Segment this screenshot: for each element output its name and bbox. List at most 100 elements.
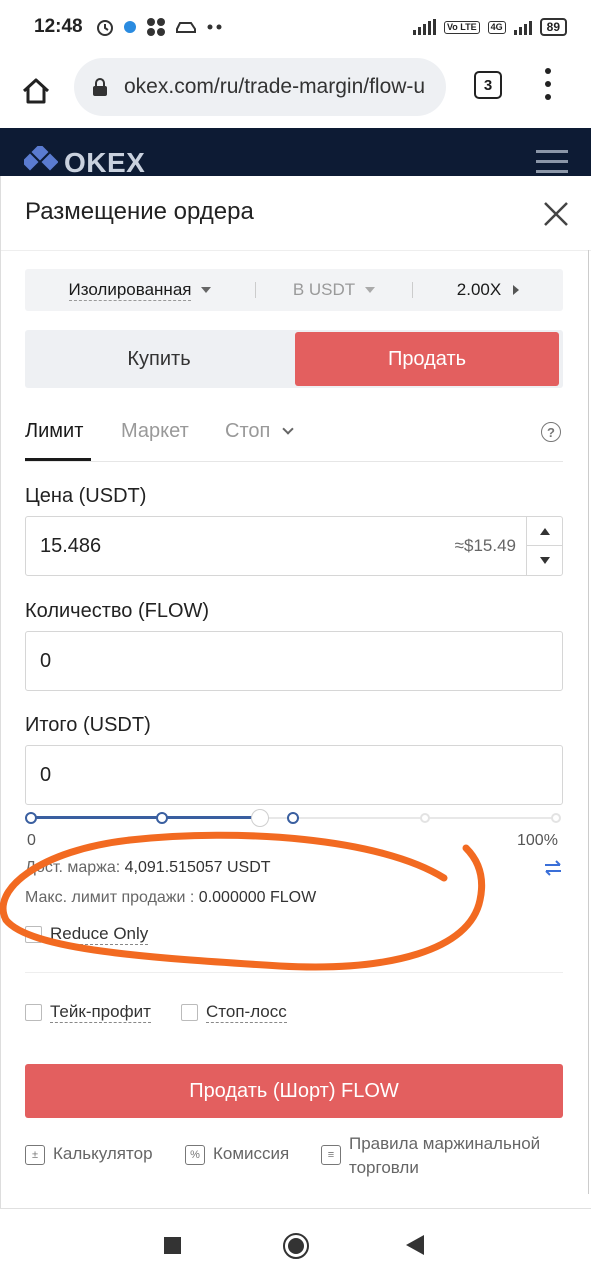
max-sell-limit-value: 0.000000 FLOW [198, 889, 317, 906]
price-value: 15.486 [40, 534, 102, 557]
stop-loss-checkbox[interactable]: Стоп-лосс [181, 1002, 287, 1023]
price-usd-hint: ≈$15.49 [454, 536, 516, 555]
slider-handle[interactable] [250, 809, 269, 827]
recents-icon[interactable] [164, 1237, 181, 1254]
reduce-only-checkbox[interactable]: Reduce Only [25, 924, 149, 945]
slider-step-0[interactable] [25, 812, 37, 824]
close-icon[interactable] [542, 200, 570, 228]
network-type-badge: 4G [487, 20, 506, 34]
system-nav-bar [0, 1208, 591, 1280]
margin-rules-line2: торговли [349, 1158, 419, 1177]
slider-step-50[interactable] [287, 812, 299, 824]
slider-min-label: 0 [27, 832, 36, 849]
calculator-link[interactable]: ± Калькулятор [25, 1144, 153, 1165]
currency-label: В USDT [292, 280, 356, 299]
panel-title: Размещение ордера [25, 198, 254, 225]
decrement-button[interactable] [527, 546, 562, 575]
dropdown-arrow-icon [365, 287, 376, 293]
signal-icon [412, 19, 436, 35]
back-icon[interactable] [406, 1235, 424, 1255]
browser-app-icon [123, 21, 136, 33]
calculator-label: Калькулятор [53, 1144, 153, 1163]
overflow-menu-icon[interactable] [540, 68, 556, 100]
total-value: 0 [40, 763, 52, 786]
tab-limit[interactable]: Лимит [25, 420, 83, 443]
available-margin-label: Дост. маржа: [25, 859, 121, 876]
address-bar[interactable]: okex.com/ru/trade-margin/flow-u [74, 58, 446, 116]
divider [1, 250, 591, 251]
max-sell-limit-label: Макс. лимит продажи : [25, 889, 195, 906]
calculator-icon: ± [25, 1145, 45, 1165]
available-margin: Дост. маржа: 4,091.515057 USDT [25, 859, 271, 877]
battery-icon: 89 [539, 18, 567, 36]
currency-select[interactable]: В USDT [256, 269, 412, 311]
margin-mode-label: Изолированная [68, 279, 192, 301]
margin-rules-link[interactable]: ≡ Правила маржинальной торговли [321, 1132, 540, 1180]
take-profit-label: Тейк-профит [50, 1002, 151, 1023]
okex-logo-icon [24, 146, 58, 171]
price-label: Цена (USDT) [25, 485, 147, 507]
tab-stop[interactable]: Стоп [225, 420, 295, 443]
notification-icons [95, 17, 225, 37]
max-sell-limit: Макс. лимит продажи : 0.000000 FLOW [25, 889, 316, 907]
side-toggle: Купить Продать [25, 330, 563, 388]
site-header: OKEX [0, 128, 591, 180]
okex-logo[interactable]: OKEX [24, 146, 145, 180]
okex-logo-text: OKEX [64, 147, 146, 178]
commission-link[interactable]: % Комиссия [185, 1144, 289, 1165]
increment-button[interactable] [527, 517, 562, 546]
arrow-down-icon [539, 557, 550, 564]
divider [588, 250, 589, 1194]
document-icon: ≡ [321, 1145, 341, 1165]
divider [25, 972, 563, 973]
slider-max-label: 100% [517, 832, 558, 849]
take-profit-checkbox[interactable]: Тейк-профит [25, 1002, 151, 1023]
tabs-icon[interactable]: 3 [474, 71, 502, 99]
slider-step-100[interactable] [551, 813, 561, 823]
help-icon[interactable]: ? [541, 422, 561, 442]
stop-loss-label: Стоп-лосс [206, 1002, 287, 1023]
reduce-only-label: Reduce Only [50, 924, 149, 945]
margin-rules-label: Правила маржинальной торговли [349, 1132, 540, 1180]
available-margin-value: 4,091.515057 USDT [124, 859, 271, 876]
checkbox-icon [25, 1004, 42, 1021]
order-type-tabs: Лимит Маркет Стоп ? [25, 412, 563, 462]
sell-button[interactable]: Продать [295, 332, 559, 386]
checkbox-icon [181, 1004, 198, 1021]
total-input[interactable]: 0 [25, 745, 563, 805]
checkbox-icon [25, 926, 42, 943]
buy-button[interactable]: Купить [25, 330, 293, 388]
lock-icon [93, 78, 107, 96]
slider-step-25[interactable] [156, 812, 168, 824]
url-text: okex.com/ru/trade-margin/flow-u [124, 75, 426, 98]
more-dots-icon [207, 24, 222, 30]
tab-market[interactable]: Маркет [121, 420, 189, 443]
sell-short-button[interactable]: Продать (Шорт) FLOW [25, 1064, 563, 1118]
percent-icon: % [185, 1145, 205, 1165]
quantity-value: 0 [40, 649, 52, 672]
price-input[interactable]: 15.486 ≈$15.49 [25, 516, 563, 576]
apps-icon [146, 18, 165, 36]
price-stepper [526, 517, 562, 575]
margin-rules-line1: Правила маржинальной [349, 1134, 541, 1153]
quantity-input[interactable]: 0 [25, 631, 563, 691]
commission-label: Комиссия [213, 1144, 290, 1163]
slider-step-75[interactable] [420, 813, 430, 823]
margin-mode-bar: Изолированная В USDT 2.00X [25, 269, 563, 311]
transfer-icon[interactable] [543, 858, 563, 878]
clock: 12:48 [34, 16, 83, 37]
chevron-down-icon [282, 423, 295, 435]
margin-mode-select[interactable]: Изолированная [25, 269, 255, 311]
home-icon[interactable] [18, 73, 54, 109]
home-button-icon[interactable] [283, 1233, 309, 1259]
tab-stop-label: Стоп [225, 420, 271, 442]
total-label: Итого (USDT) [25, 714, 151, 736]
arrow-right-icon [513, 285, 520, 295]
arrow-up-icon [539, 527, 550, 535]
amount-slider[interactable] [25, 808, 563, 828]
slider-fill [31, 816, 260, 819]
order-panel: Размещение ордера Изолированная В USDT 2… [0, 176, 591, 1208]
leverage-select[interactable]: 2.00X [413, 269, 563, 311]
browser-toolbar: okex.com/ru/trade-margin/flow-u 3 [0, 54, 591, 128]
divider [25, 461, 563, 462]
